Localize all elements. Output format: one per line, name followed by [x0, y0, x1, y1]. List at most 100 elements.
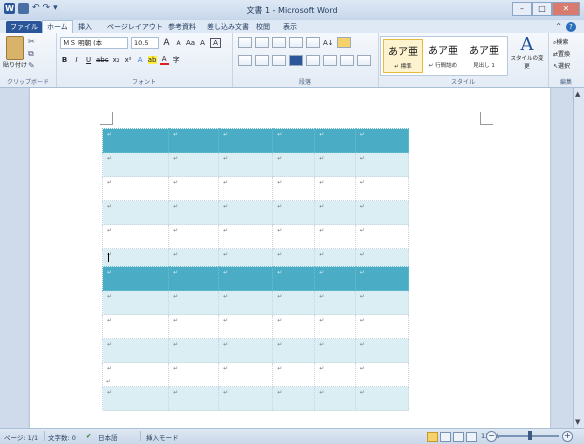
table-cell[interactable]: ↵ [354, 176, 410, 201]
document-area[interactable]: ↵ ↵ ↵ ↵ ↵ ↵ ↵ ↵ ↵ ↵ ↵ ↵ ↵ ↵ ↵ ↵ ↵ ↵ ↵ ↵ ↵ ↵ ↵ ↵ ↵ ↵ ↵ ↵ ↵ ↵ ↵ ↵ ↵ ↵ ↵ ↵ ↵ ↵ ↵… [0, 88, 573, 428]
subscript-button[interactable]: x₂ [112, 56, 121, 64]
table-cell[interactable]: ↵ [218, 266, 274, 291]
table-cell[interactable]: ↵ [314, 314, 356, 339]
char-border-button[interactable]: A [210, 38, 222, 48]
style-heading-1[interactable]: あア亜 見出し 1 [465, 39, 503, 71]
table-cell[interactable]: ↵ [101, 176, 170, 201]
distributed-icon[interactable] [306, 55, 320, 66]
table-cell[interactable]: ↵ [272, 224, 316, 249]
align-center-icon[interactable] [255, 55, 269, 66]
table-cell[interactable]: ↵ [354, 266, 410, 291]
vertical-scrollbar[interactable]: ▲ ▼ [573, 88, 584, 428]
table-cell[interactable]: ↵ [314, 338, 356, 363]
table-cell[interactable]: ↵ [168, 338, 220, 363]
sort-button[interactable]: A↓ [323, 39, 334, 47]
table-cell[interactable]: ↵ [314, 362, 356, 387]
shrink-font-button[interactable]: A [174, 40, 183, 47]
table-cell[interactable]: ↵ [314, 224, 356, 249]
table-row[interactable]: ↵ ↵ ↵ ↵ ↵ ↵ [101, 362, 410, 387]
table-cell[interactable]: ↵ [354, 200, 410, 225]
style-normal[interactable]: あア亜 ↵ 標準 [383, 39, 423, 73]
table-cell[interactable]: ↵ [218, 314, 274, 339]
table-cell[interactable]: ↵ [101, 362, 170, 387]
enclose-char-button[interactable]: 字 [172, 55, 181, 65]
font-name-combo[interactable]: ＭＳ 明朝 (本 [60, 37, 128, 49]
table-cell[interactable]: ↵ [218, 362, 274, 387]
language[interactable]: 日本語 [98, 432, 118, 442]
table-cell[interactable]: ↵ [314, 386, 356, 411]
table-cell[interactable]: ↵ [354, 386, 410, 411]
numbering-icon[interactable] [255, 37, 269, 48]
strikethrough-button[interactable]: abc [96, 56, 109, 64]
table-row[interactable]: ↵ ↵ ↵ ↵ ↵ ↵ [101, 290, 410, 315]
table-cell[interactable]: ↵ [168, 152, 220, 177]
table-cell[interactable]: ↵ [354, 128, 410, 153]
table-cell[interactable]: ↵ [314, 176, 356, 201]
table-cell[interactable]: ↵ [272, 200, 316, 225]
table-cell[interactable]: ↵ [101, 200, 170, 225]
table-cell[interactable]: ↵ [101, 290, 170, 315]
table-cell[interactable]: ↵ [314, 128, 356, 153]
bullets-icon[interactable] [238, 37, 252, 48]
copy-icon[interactable]: ⧉ [28, 49, 34, 59]
table-cell[interactable]: ↵ [101, 224, 170, 249]
table-cell[interactable]: ↵ [272, 386, 316, 411]
shading-icon[interactable] [340, 55, 354, 66]
table-cell[interactable]: ↵ [218, 290, 274, 315]
tab-mailings[interactable]: 差し込み文書 [203, 21, 253, 33]
table-cell[interactable]: ↵ [354, 362, 410, 387]
table-cell[interactable]: ↵ [101, 338, 170, 363]
cut-icon[interactable]: ✂ [28, 37, 35, 46]
tab-home[interactable]: ホーム [42, 20, 73, 33]
table-cell[interactable]: ↵ [101, 314, 170, 339]
underline-button[interactable]: U [84, 56, 93, 64]
tab-review[interactable]: 校閲 [252, 21, 274, 33]
zoom-out-button[interactable]: − [486, 431, 497, 442]
table-cell[interactable]: ↵ [314, 200, 356, 225]
table-row[interactable]: ↵ ↵ ↵ ↵ ↵ ↵ [101, 152, 410, 177]
text-effects-button[interactable]: A [136, 56, 145, 64]
superscript-button[interactable]: x² [124, 56, 133, 64]
select-button[interactable]: ↖選択 [553, 61, 570, 73]
clear-format-button[interactable]: A [198, 39, 207, 47]
change-case-button[interactable]: Aa [186, 39, 195, 47]
table-cell[interactable]: ↵ [272, 266, 316, 291]
proofing-icon[interactable]: ✔ [86, 432, 91, 440]
document-page[interactable]: ↵ ↵ ↵ ↵ ↵ ↵ ↵ ↵ ↵ ↵ ↵ ↵ ↵ ↵ ↵ ↵ ↵ ↵ ↵ ↵ ↵ ↵ ↵ ↵ ↵ ↵ ↵ ↵ ↵ ↵ ↵ ↵ ↵ ↵ ↵ ↵ ↵ ↵ ↵… [30, 88, 550, 428]
style-no-spacing[interactable]: あア亜 ↵ 行間詰め [424, 39, 462, 71]
grow-font-button[interactable]: A [162, 38, 171, 48]
table-cell[interactable]: ↵ [272, 128, 316, 153]
word-count[interactable]: 文字数: 0 [48, 432, 76, 442]
table-cell[interactable]: ↵ [218, 176, 274, 201]
table-cell[interactable]: ↵ [218, 386, 274, 411]
font-size-combo[interactable]: 10.5 [131, 37, 159, 49]
table-cell[interactable]: ↵ [272, 362, 316, 387]
table-row[interactable]: ↵ ↵ ↵ ↵ ↵ ↵ [101, 200, 410, 225]
scroll-up-icon[interactable]: ▲ [575, 90, 580, 98]
zoom-in-button[interactable]: + [562, 431, 573, 442]
table-cell[interactable]: ↵ [168, 290, 220, 315]
align-left-icon[interactable] [238, 55, 252, 66]
table-cell[interactable]: ↵ [101, 128, 170, 153]
full-screen-view-icon[interactable] [440, 432, 451, 442]
decrease-indent-icon[interactable] [289, 37, 303, 48]
format-painter-icon[interactable]: ✎ [28, 61, 35, 70]
bold-button[interactable]: B [60, 56, 69, 64]
table-cell[interactable]: ↵ [168, 314, 220, 339]
tab-references[interactable]: 参考資料 [164, 21, 200, 33]
table-row[interactable]: ↵ ↵ ↵ ↵ ↵ ↵ [101, 176, 410, 201]
increase-indent-icon[interactable] [306, 37, 320, 48]
table-row[interactable]: ↵ ↵ ↵ ↵ ↵ ↵ [101, 338, 410, 363]
table-cell[interactable]: ↵ [168, 128, 220, 153]
table-header-row[interactable]: ↵ ↵ ↵ ↵ ↵ ↵ [101, 266, 410, 291]
tab-insert[interactable]: 挿入 [74, 21, 96, 33]
highlight-button[interactable]: ab [147, 56, 157, 64]
show-marks-icon[interactable] [336, 37, 351, 48]
table-cell[interactable]: ↵ [101, 266, 170, 291]
scroll-down-icon[interactable]: ▼ [575, 418, 580, 426]
table-cell[interactable]: ↵ [354, 152, 410, 177]
table-cell[interactable]: ↵ [218, 200, 274, 225]
table-cell[interactable]: ↵ [354, 290, 410, 315]
table-cell[interactable]: ↵ [272, 152, 316, 177]
table-cell[interactable]: ↵ [354, 224, 410, 249]
